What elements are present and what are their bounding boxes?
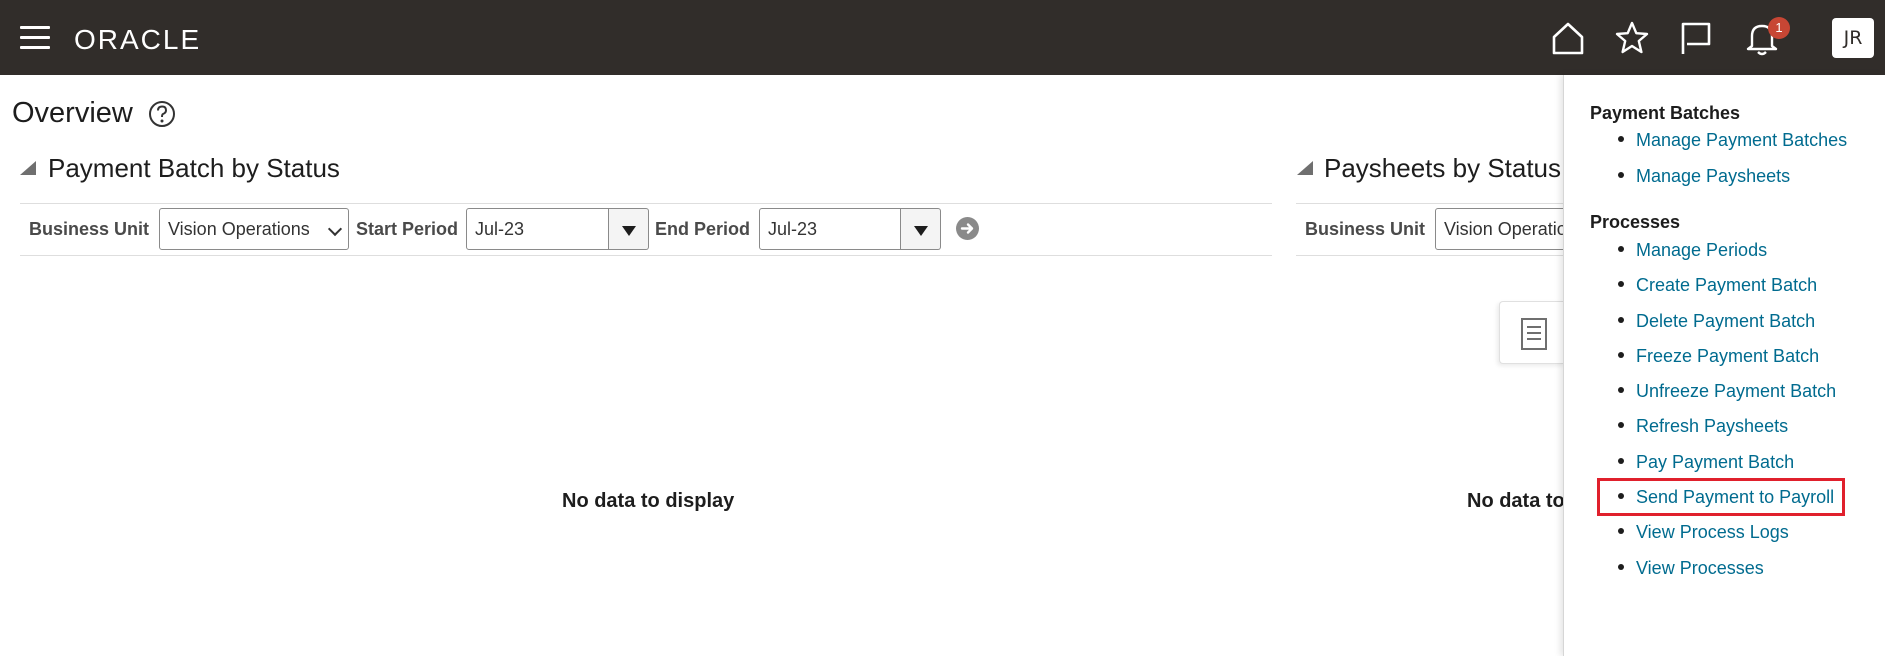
task-link-view-processes[interactable]: View Processes [1618, 558, 1764, 579]
tasks-panel-tab[interactable] [1499, 301, 1565, 364]
home-icon[interactable] [1550, 20, 1586, 56]
panel-heading-processes: Processes [1590, 212, 1681, 232]
chevron-down-icon [327, 221, 343, 237]
collapse-icon[interactable] [20, 161, 36, 175]
dropdown-arrow-icon [622, 226, 636, 236]
star-icon[interactable] [1614, 20, 1650, 56]
business-unit-label: Business Unit [29, 219, 150, 239]
business-unit-value: Vision Operations [168, 219, 310, 239]
task-link-unfreeze-payment-batch[interactable]: Unfreeze Payment Batch [1618, 381, 1836, 402]
page-title: Overview [12, 97, 133, 129]
document-icon [1521, 318, 1547, 350]
notification-badge: 1 [1768, 17, 1790, 39]
flag-icon[interactable] [1678, 20, 1714, 56]
task-link-pay-payment-batch[interactable]: Pay Payment Batch [1618, 452, 1794, 473]
help-icon[interactable] [148, 100, 176, 128]
end-period-label: End Period [655, 219, 751, 239]
section-title-payment-batch: Payment Batch by Status [48, 153, 340, 183]
end-period-input[interactable]: Jul-23 [759, 208, 901, 250]
divider [20, 255, 1272, 256]
start-period-dropdown-button[interactable] [609, 208, 649, 250]
task-link-manage-payment-batches[interactable]: Manage Payment Batches [1618, 130, 1847, 151]
collapse-icon[interactable] [1297, 161, 1313, 175]
task-link-freeze-payment-batch[interactable]: Freeze Payment Batch [1618, 346, 1819, 367]
user-avatar[interactable]: JR [1832, 18, 1874, 58]
task-link-create-payment-batch[interactable]: Create Payment Batch [1618, 275, 1817, 296]
divider [20, 203, 1272, 204]
dropdown-arrow-icon [914, 226, 928, 236]
divider [1296, 203, 1566, 204]
task-link-manage-paysheets[interactable]: Manage Paysheets [1618, 166, 1790, 187]
start-period-input[interactable]: Jul-23 [466, 208, 609, 250]
oracle-logo[interactable]: ORACLE [74, 24, 201, 56]
menu-icon[interactable] [20, 26, 50, 50]
task-link-delete-payment-batch[interactable]: Delete Payment Batch [1618, 311, 1815, 332]
business-unit-select[interactable]: Vision Operations [159, 208, 349, 250]
section-title-paysheets: Paysheets by Status [1324, 153, 1562, 183]
start-period-label: Start Period [356, 219, 459, 239]
business-unit-label: Business Unit [1305, 219, 1426, 239]
end-period-dropdown-button[interactable] [901, 208, 941, 250]
panel-heading-payment-batches: Payment Batches [1590, 103, 1741, 123]
task-link-manage-periods[interactable]: Manage Periods [1618, 240, 1767, 261]
divider [1296, 255, 1566, 256]
empty-message: No data to display [562, 490, 735, 512]
task-link-view-process-logs[interactable]: View Process Logs [1618, 522, 1789, 543]
go-arrow-icon[interactable] [956, 217, 979, 240]
top-bar: ORACLE 1 JR [0, 0, 1885, 75]
highlight-box [1597, 478, 1845, 516]
task-link-refresh-paysheets[interactable]: Refresh Paysheets [1618, 416, 1788, 437]
